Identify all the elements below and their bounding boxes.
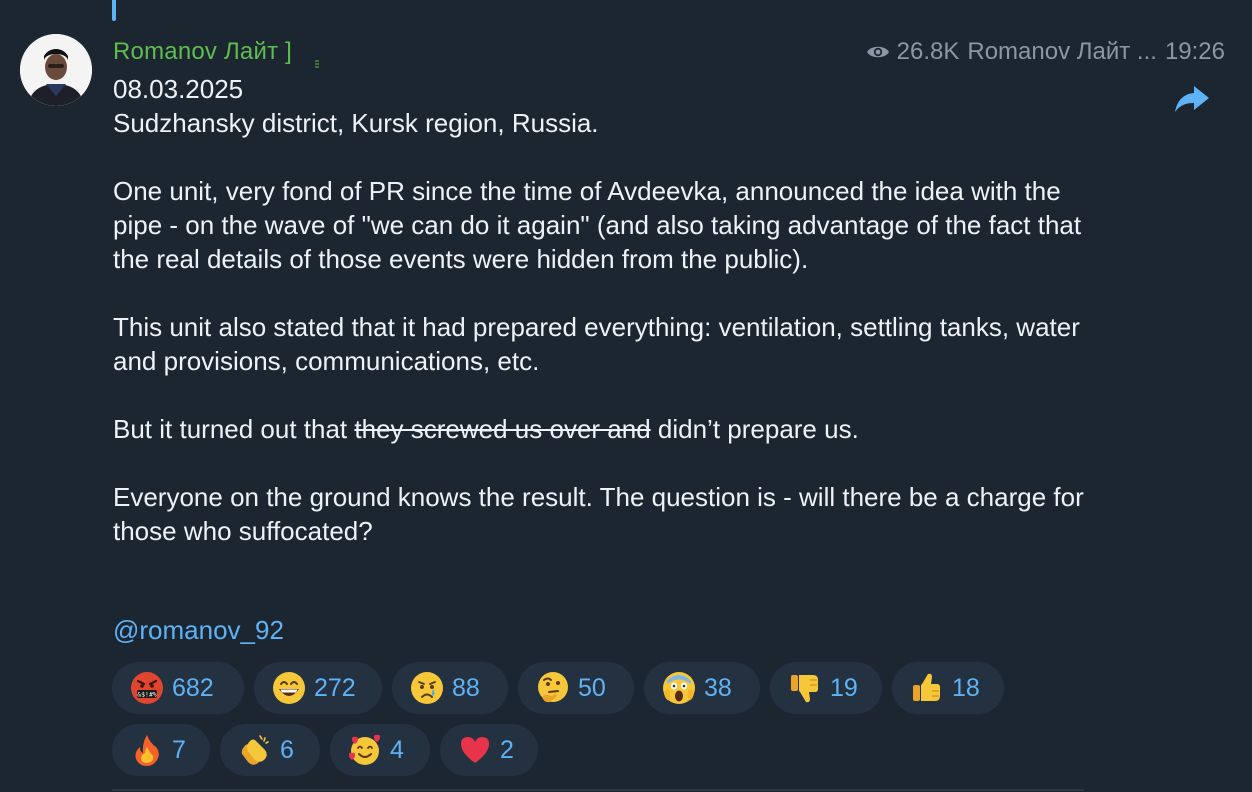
reaction-cursing-face[interactable]: &$!#% 682 [112, 662, 244, 714]
clapping-hands-icon [241, 735, 269, 765]
paragraph-3-end: didn’t prepare us. [650, 414, 859, 444]
reaction-grinning-face[interactable]: 272 [254, 662, 382, 714]
post-date: 08.03.2025 [113, 74, 244, 104]
red-heart-icon [461, 737, 489, 763]
reaction-count: 50 [578, 673, 606, 702]
author-signature: Romanov Лайт ... [967, 38, 1157, 65]
message-divider [112, 789, 1084, 791]
svg-text:&$!#%: &$!#% [137, 691, 157, 699]
fire-icon [135, 735, 159, 766]
reaction-smiling-face-with-hearts[interactable]: 4 [330, 724, 430, 776]
reaction-clapping-hands[interactable]: 6 [220, 724, 320, 776]
paragraph-2: This unit also stated that it had prepar… [113, 312, 1080, 376]
channel-mention-link[interactable]: @romanov_92 [113, 615, 284, 646]
reaction-count: 19 [830, 673, 858, 702]
crying-face-icon [411, 672, 443, 704]
message-time: 19:26 [1164, 38, 1225, 65]
reply-bar-accent [112, 0, 116, 21]
badge-icon [315, 60, 319, 68]
reaction-screaming-face[interactable]: 38 [644, 662, 760, 714]
paragraph-1: One unit, very fond of PR since the time… [113, 176, 1082, 274]
reaction-count: 7 [172, 735, 186, 764]
avatar[interactable] [20, 34, 92, 106]
thumbs-down-icon [791, 675, 818, 703]
reaction-thinking-face[interactable]: 50 [518, 662, 634, 714]
reaction-red-heart[interactable]: 2 [440, 724, 538, 776]
message-meta: 26.8K Romanov Лайт ... 19:26 [866, 38, 1225, 66]
reaction-thumbs-down[interactable]: 19 [770, 662, 882, 714]
smiling-face-with-hearts-icon [349, 734, 380, 765]
sender-name[interactable]: Romanov Лайт ] [113, 38, 292, 66]
thinking-face-icon [538, 672, 568, 703]
reaction-thumbs-up[interactable]: 18 [892, 662, 1004, 714]
views-count: 26.8K [896, 38, 960, 65]
reaction-fire[interactable]: 7 [112, 724, 210, 776]
cursing-face-icon: &$!#% [131, 672, 163, 704]
reaction-crying-face[interactable]: 88 [392, 662, 508, 714]
reaction-count: 38 [704, 673, 732, 702]
thumbs-up-icon [913, 673, 940, 701]
avatar-photo [20, 34, 92, 106]
reaction-count: 4 [390, 735, 404, 764]
post-location: Sudzhansky district, Kursk region, Russi… [113, 108, 599, 138]
views-eye-icon [866, 46, 889, 58]
reaction-count: 18 [952, 673, 980, 702]
message-text: 08.03.2025 Sudzhansky district, Kursk re… [113, 72, 1113, 548]
screaming-face-icon [663, 672, 695, 704]
reaction-count: 6 [280, 735, 294, 764]
paragraph-3-start: But it turned out that [113, 414, 355, 444]
reaction-count: 88 [452, 673, 480, 702]
reaction-count: 272 [314, 673, 356, 702]
reaction-count: 682 [172, 673, 214, 702]
paragraph-4: Everyone on the ground knows the result.… [113, 482, 1084, 546]
reaction-count: 2 [500, 735, 514, 764]
forward-share-icon[interactable] [1174, 84, 1210, 114]
paragraph-3: But it turned out that they screwed us o… [113, 412, 1113, 446]
strikethrough-text: they screwed us over and [354, 414, 651, 444]
grinning-face-icon [273, 672, 305, 704]
